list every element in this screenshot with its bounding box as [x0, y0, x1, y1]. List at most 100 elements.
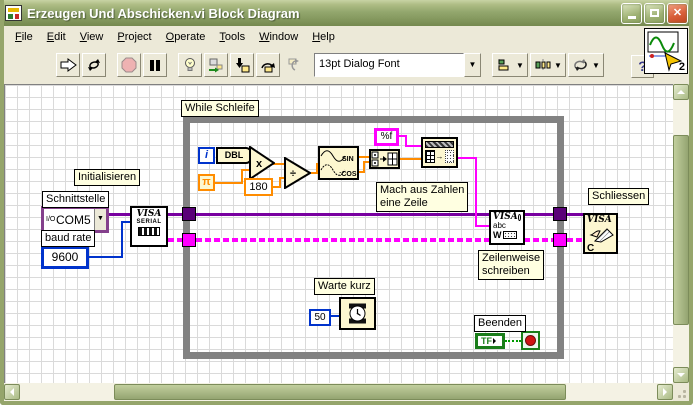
wire-sin-out[interactable]	[359, 156, 369, 158]
tunnel-visa-left[interactable]	[182, 207, 196, 221]
menu-file[interactable]: File	[8, 28, 40, 46]
retain-wire-values-icon	[209, 58, 223, 73]
wire-baud-v[interactable]	[121, 222, 123, 258]
wire-string-out[interactable]	[458, 157, 476, 159]
maximize-button[interactable]	[644, 2, 665, 24]
wire-visa-com5-to-serial[interactable]	[108, 213, 130, 216]
wire-error-serial-to-tunnel[interactable]	[168, 238, 182, 242]
wire-pi-h[interactable]	[215, 182, 243, 184]
wait-ms-constant[interactable]: 50	[309, 309, 331, 326]
menu-window[interactable]: Window	[252, 28, 305, 46]
menu-edit[interactable]: Edit	[40, 28, 73, 46]
step-over-button[interactable]	[256, 53, 280, 77]
wire-string-v[interactable]	[475, 157, 477, 227]
font-selector-value[interactable]: 13pt Dialog Font	[314, 53, 464, 77]
close-button[interactable]: ✕	[667, 2, 688, 24]
reorder-button[interactable]: ▼	[568, 53, 604, 77]
wire-wait-ms[interactable]	[331, 315, 339, 317]
menu-help[interactable]: Help	[305, 28, 342, 46]
visa-configure-serial-node[interactable]: VISA SERIAL	[130, 206, 168, 247]
align-objects-button[interactable]: ▼	[492, 53, 528, 77]
vi-icon[interactable]: 2	[644, 28, 688, 74]
init-label[interactable]: Initialisieren	[74, 169, 141, 186]
wire-baud-in[interactable]	[121, 221, 130, 223]
block-diagram-canvas[interactable]: While Schleife Initialisieren Schnittste…	[4, 84, 673, 383]
format-string-constant[interactable]: %f	[374, 128, 399, 146]
wire-baud-h[interactable]	[89, 256, 123, 258]
constant-180[interactable]: 180	[244, 178, 273, 196]
multiply-node[interactable]: x	[249, 146, 275, 180]
wire-visa-tunnel-to-close[interactable]	[567, 213, 583, 216]
interface-label[interactable]: Schnittstelle	[42, 191, 110, 208]
scroll-right-button[interactable]	[657, 384, 673, 400]
font-selector[interactable]: 13pt Dialog Font ▼	[314, 53, 481, 77]
divide-node[interactable]: ÷	[284, 157, 311, 189]
pause-button[interactable]	[143, 53, 167, 77]
highlight-execution-button[interactable]	[178, 53, 202, 77]
font-selector-dropdown-icon[interactable]: ▼	[464, 53, 481, 77]
tunnel-visa-right[interactable]	[553, 207, 567, 221]
horizontal-scrollbar[interactable]	[4, 383, 673, 401]
make-line-label[interactable]: Mach aus Zahlen eine Zeile	[376, 182, 469, 212]
wait-short-label[interactable]: Warte kurz	[314, 278, 375, 295]
visa-close-node[interactable]: VISA C	[583, 213, 618, 254]
array-to-spreadsheet-string-node[interactable]: →	[421, 137, 458, 168]
wire-visa-serial-to-tunnel[interactable]	[168, 213, 182, 216]
step-into-button[interactable]	[230, 53, 254, 77]
iteration-terminal[interactable]: i	[198, 147, 215, 164]
to-double-node[interactable]: DBL	[216, 147, 252, 164]
sine-cosine-node[interactable]: SIN :COS	[318, 146, 359, 180]
visa-resource-control[interactable]: I/O COM5 ▼	[41, 206, 109, 233]
baud-rate-label[interactable]: baud rate	[41, 230, 96, 247]
pause-icon	[150, 59, 160, 71]
pi-constant[interactable]: π	[198, 174, 215, 191]
wire-array-out[interactable]	[400, 158, 421, 160]
horizontal-scroll-thumb[interactable]	[114, 384, 566, 400]
stop-label[interactable]: Beenden	[474, 315, 527, 332]
while-loop-label[interactable]: While Schleife	[181, 100, 259, 117]
resize-grip[interactable]	[673, 383, 689, 401]
visa-write-node[interactable]: VISA abc W	[489, 210, 525, 245]
run-button[interactable]	[56, 53, 80, 77]
menubar: File Edit View Project Operate Tools Win…	[4, 26, 689, 48]
menu-view[interactable]: View	[73, 28, 111, 46]
com-port-value[interactable]: COM5	[56, 213, 94, 227]
scroll-left-button[interactable]	[4, 384, 20, 400]
vertical-scrollbar[interactable]	[673, 84, 689, 383]
baud-rate-constant[interactable]: 9600	[41, 246, 89, 269]
scroll-down-button[interactable]	[673, 367, 689, 383]
com-port-dropdown-icon[interactable]: ▼	[94, 209, 106, 230]
retain-wire-values-button[interactable]	[204, 53, 228, 77]
reorder-icon	[574, 59, 587, 71]
step-out-icon	[288, 58, 299, 71]
string-array-icon	[444, 150, 454, 163]
minimize-button[interactable]	[621, 2, 642, 24]
stop-boolean-terminal[interactable]: TF	[475, 333, 505, 349]
abort-button[interactable]	[117, 53, 141, 77]
loop-condition-terminal[interactable]	[521, 331, 540, 350]
run-continuously-button[interactable]	[82, 53, 106, 77]
wire-format-in[interactable]	[405, 145, 421, 147]
distribute-objects-button[interactable]: ▼	[530, 53, 566, 77]
step-out-button[interactable]	[282, 53, 306, 77]
wire-pi-v[interactable]	[241, 169, 243, 183]
vertical-scroll-thumb[interactable]	[673, 135, 689, 325]
wire-error-tunnel-to-close[interactable]	[567, 238, 583, 242]
wire-stop-bool[interactable]	[505, 340, 521, 342]
wire-error-write-to-tunnel[interactable]	[524, 238, 553, 242]
menu-operate[interactable]: Operate	[159, 28, 213, 46]
tunnel-error-right[interactable]	[553, 233, 567, 247]
menu-project[interactable]: Project	[110, 28, 158, 46]
wire-error-tunnel-to-write[interactable]	[196, 238, 489, 242]
wait-ms-node[interactable]	[339, 297, 376, 330]
wire-visa-write-to-tunnel[interactable]	[524, 213, 553, 216]
step-over-icon	[261, 63, 275, 73]
close-label[interactable]: Schliessen	[588, 188, 650, 205]
scroll-up-button[interactable]	[673, 84, 689, 100]
menu-tools[interactable]: Tools	[212, 28, 252, 46]
wire-visa-tunnel-to-write[interactable]	[196, 213, 489, 216]
wire-string-to-write[interactable]	[475, 225, 489, 227]
tunnel-error-left[interactable]	[182, 233, 196, 247]
write-lines-label[interactable]: Zeilenweise schreiben	[478, 250, 545, 280]
build-array-node[interactable]	[369, 149, 400, 169]
